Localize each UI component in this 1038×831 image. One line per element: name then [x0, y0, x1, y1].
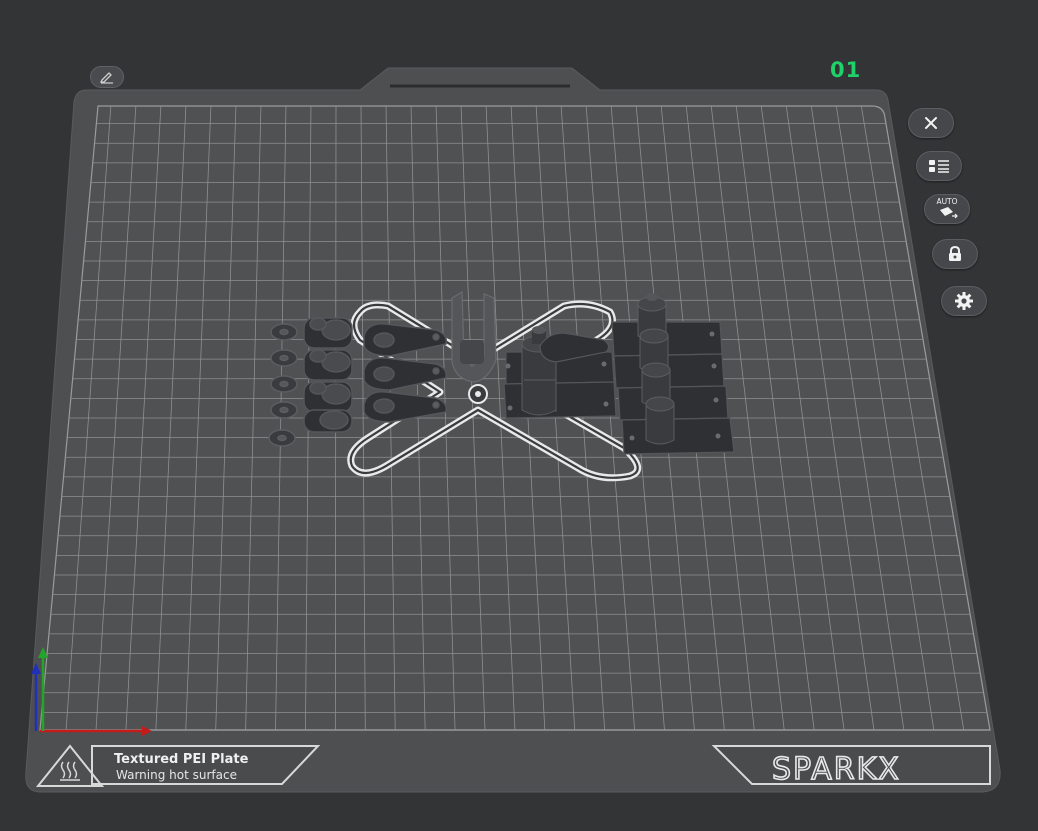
model-clamp-rings[interactable]	[304, 318, 352, 432]
brand-logo: SPARKX	[772, 752, 901, 787]
auto-badge: AUTO	[936, 197, 957, 206]
plate-number: 01	[830, 58, 861, 82]
lock-plate-button[interactable]	[932, 239, 978, 269]
plate-type-title: Textured PEI Plate	[114, 752, 249, 767]
edit-plate-name-button[interactable]	[90, 66, 124, 88]
list-icon	[927, 158, 951, 174]
lock-icon	[946, 245, 964, 263]
3d-viewport[interactable]: Textured PEI Plate Warning hot surface S…	[0, 0, 1038, 826]
build-plate-scene: Textured PEI Plate Warning hot surface S…	[0, 0, 1038, 826]
plate-settings-button[interactable]	[941, 286, 987, 316]
gear-icon	[954, 291, 974, 311]
object-list-button[interactable]	[916, 151, 962, 181]
remove-plate-button[interactable]	[908, 108, 954, 138]
auto-orient-icon: AUTO	[932, 196, 962, 222]
auto-orient-button[interactable]: AUTO	[924, 194, 970, 224]
brand-plaque: SPARKX	[714, 746, 990, 787]
close-icon	[923, 115, 939, 131]
model-arms[interactable]	[364, 324, 446, 422]
plate-warning-text: Warning hot surface	[116, 768, 237, 782]
pencil-icon	[99, 70, 115, 84]
